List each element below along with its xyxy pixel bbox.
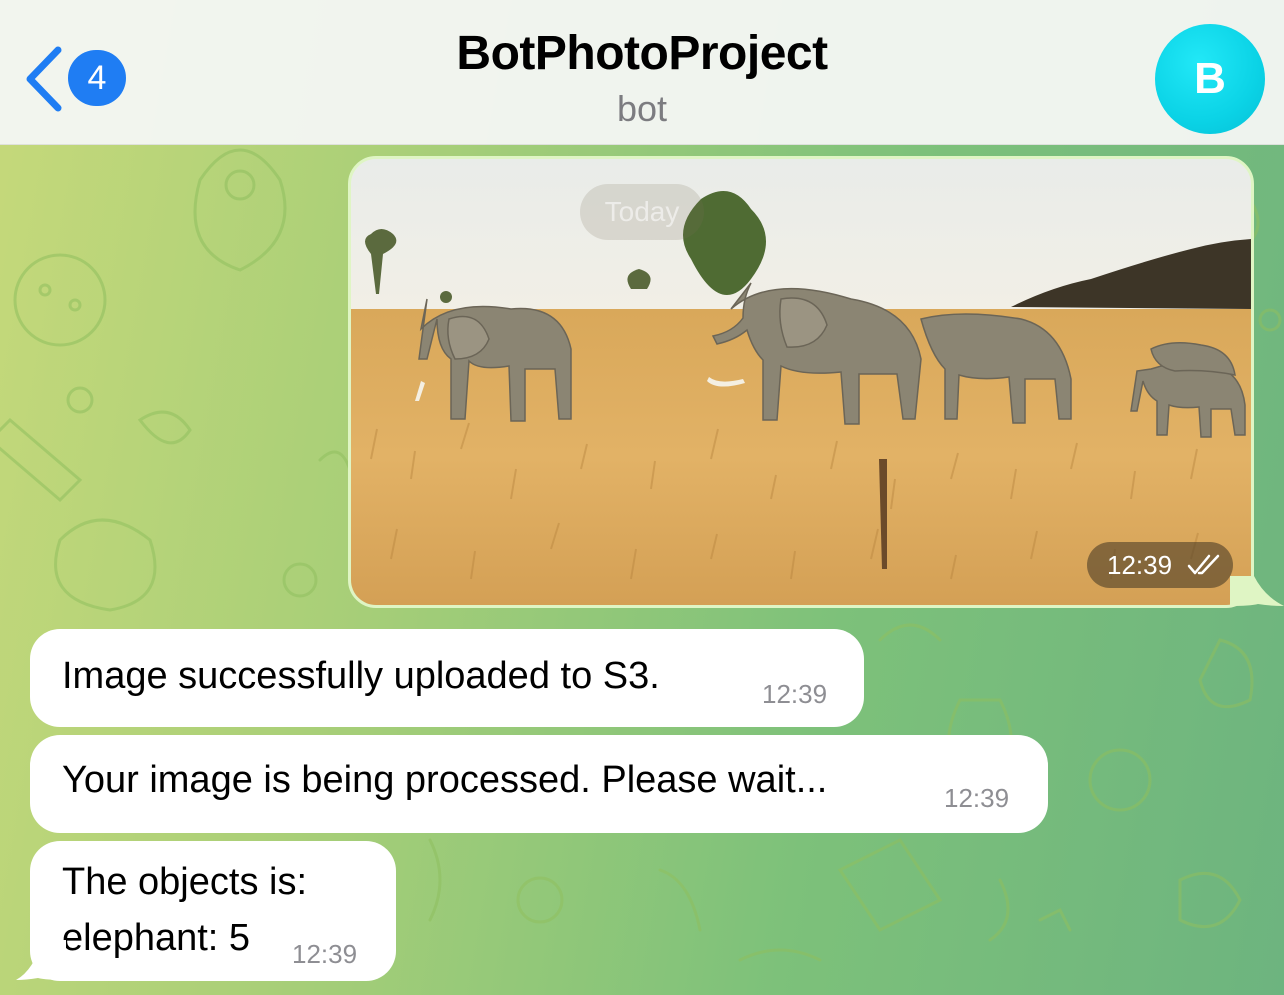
message-time: 12:39 (944, 783, 1010, 813)
message-time: 12:39 (762, 679, 828, 709)
photo-timestamp: 12:39 (1087, 542, 1233, 588)
message-bubble[interactable]: Image successfully uploaded to S3. 12:39 (30, 629, 864, 727)
outgoing-bubble-tail (1230, 576, 1284, 606)
message-text-line-1: The objects is: (62, 861, 307, 903)
chat-subtitle: bot (616, 88, 668, 129)
incoming-bubble-tail (16, 940, 66, 980)
photo-time: 12:39 (1107, 550, 1173, 580)
avatar[interactable]: B (1155, 24, 1265, 134)
message-time: 12:39 (292, 939, 358, 969)
message-text: Your image is being processed. Please wa… (62, 759, 828, 801)
chat-header: 4 BotPhotoProject bot B (0, 0, 1284, 145)
message-text: Image successfully uploaded to S3. (62, 655, 660, 697)
message-text-line-2: elephant: 5 (62, 917, 251, 959)
message-bubble[interactable]: Your image is being processed. Please wa… (30, 735, 1048, 833)
elephant-photo (351, 159, 1251, 605)
photo-message[interactable] (348, 156, 1254, 608)
message-bubble[interactable]: The objects is: elephant: 5 12:39 (30, 841, 396, 981)
chat-title[interactable]: BotPhotoProject (0, 26, 1284, 81)
double-check-icon (1187, 554, 1220, 575)
date-separator: Today (580, 184, 704, 240)
